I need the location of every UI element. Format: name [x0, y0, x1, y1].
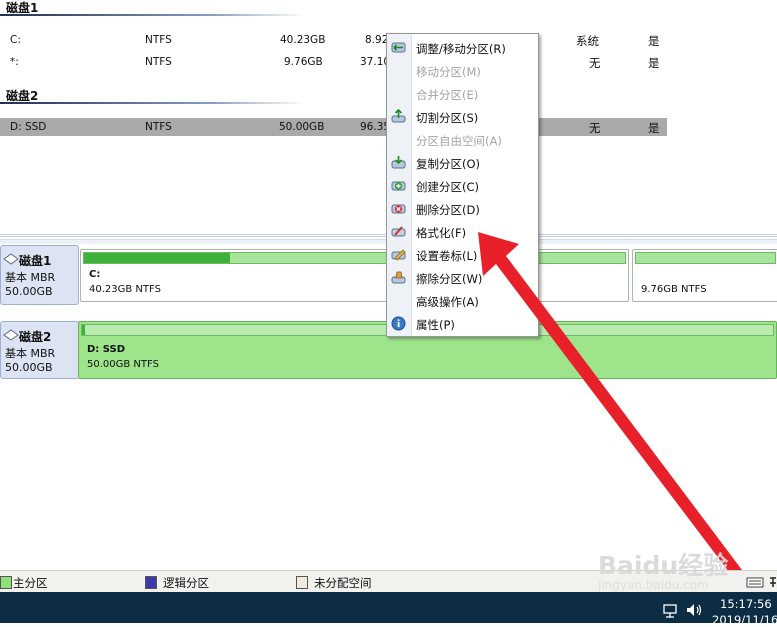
keyboard-icon[interactable]	[746, 575, 764, 589]
ime-mode-icon[interactable]	[768, 575, 777, 589]
network-icon[interactable]	[663, 604, 679, 618]
primary-partition-swatch	[0, 576, 12, 589]
legend-unallocated-label: 未分配空间	[314, 576, 372, 590]
taskbar: 15:17:56 2019/11/16	[0, 592, 777, 627]
watermark-logo: Baidu经验	[598, 551, 729, 580]
watermark-url: jingyan.baidu.com	[598, 578, 709, 592]
clock-date[interactable]: 2019/11/16	[712, 613, 777, 627]
legend-primary-label: 主分区	[13, 576, 48, 590]
red-arrow-annotation	[478, 232, 742, 576]
clock-time[interactable]: 15:17:56	[720, 597, 772, 611]
logical-partition-swatch	[145, 576, 157, 589]
arrow-icon	[478, 232, 742, 576]
legend-logical-label: 逻辑分区	[163, 576, 209, 590]
unallocated-swatch	[296, 576, 308, 589]
volume-icon[interactable]	[686, 603, 704, 617]
